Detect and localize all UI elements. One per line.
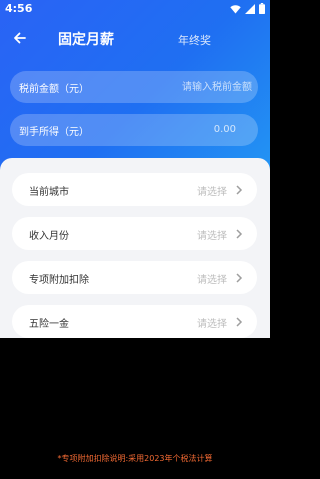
chevron-right-icon: [236, 229, 243, 239]
pretax-salary-field: 税前金额（元）: [10, 71, 258, 103]
wifi-icon: [230, 4, 241, 13]
chevron-right-icon: [236, 317, 243, 327]
take-home-label: 到手所得（元）: [19, 127, 89, 138]
arrow-left-icon: [14, 32, 26, 44]
select-value: 请选择: [197, 231, 227, 242]
select-income-month[interactable]: 收入月份 请选择: [12, 217, 257, 250]
status-time: 4:56: [5, 2, 33, 15]
status-bar: 4:56: [0, 0, 270, 18]
chevron-right-icon: [236, 273, 243, 283]
back-button[interactable]: [10, 28, 30, 48]
select-label: 收入月份: [29, 231, 69, 242]
select-current-city[interactable]: 当前城市 请选择: [12, 173, 257, 206]
tab-fixed-salary[interactable]: 固定月薪: [58, 29, 114, 49]
status-icons: [230, 3, 265, 14]
pretax-salary-label: 税前金额（元）: [19, 84, 89, 95]
tax-footnote: *专项附加扣除说明:采用2023年个税法计算: [57, 454, 213, 463]
screen: 4:56 固定月薪 年终奖 税前金额（元） 到手所得（元） 0.0: [0, 0, 270, 479]
options-panel: 当前城市 请选择 收入月份 请选择 专项附加扣除 请选择 五险一金 请选择: [0, 158, 270, 338]
pretax-salary-input[interactable]: [142, 75, 252, 99]
signal-icon: [245, 3, 255, 14]
select-label: 当前城市: [29, 187, 69, 198]
tab-year-end-bonus[interactable]: 年终奖: [178, 32, 211, 48]
app-bar: 固定月薪 年终奖: [0, 24, 270, 54]
select-social-insurance[interactable]: 五险一金 请选择: [12, 305, 257, 338]
take-home-field: 到手所得（元） 0.00: [10, 114, 258, 146]
chevron-right-icon: [236, 185, 243, 195]
select-special-deduction[interactable]: 专项附加扣除 请选择: [12, 261, 257, 294]
take-home-value: 0.00: [213, 124, 236, 135]
select-label: 专项附加扣除: [29, 275, 89, 286]
select-value: 请选择: [197, 187, 227, 198]
select-label: 五险一金: [29, 319, 69, 330]
battery-icon: [259, 3, 265, 14]
select-value: 请选择: [197, 275, 227, 286]
select-value: 请选择: [197, 319, 227, 330]
